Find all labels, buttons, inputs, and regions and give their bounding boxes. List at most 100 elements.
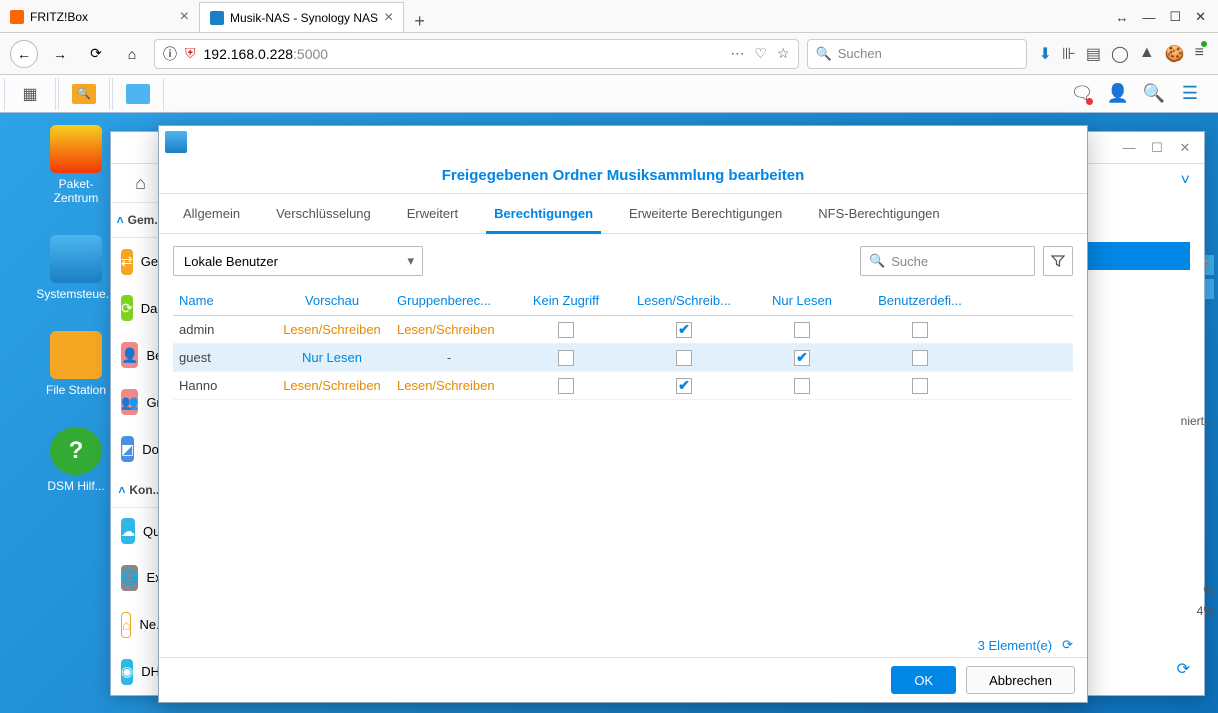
address-bar[interactable]: ⓘ ⛨ 192.168.0.228:5000 ⋯ ♡ ☆	[154, 39, 799, 69]
col-custom[interactable]: Benutzerdefi...	[861, 286, 979, 315]
modal-titlebar[interactable]	[159, 126, 1087, 158]
tab-fritzbox[interactable]: FRITZ!Box ×	[0, 2, 200, 32]
ok-button[interactable]: OK	[891, 666, 956, 694]
filter-button[interactable]	[1043, 246, 1073, 276]
cp-expand-icon[interactable]: ˅	[1181, 172, 1190, 190]
checkbox-custom[interactable]	[912, 322, 928, 338]
close-window-icon[interactable]: ✕	[1195, 9, 1206, 25]
checkbox-rw[interactable]	[676, 322, 692, 338]
col-name[interactable]: Name	[173, 286, 273, 315]
desktop-icons: Paket-Zentrum Systemsteue... File Statio…	[40, 125, 112, 493]
cell-preview: Lesen/Schreiben	[273, 322, 391, 337]
ext2-icon[interactable]: 🍪	[1165, 44, 1185, 64]
permission-search[interactable]: 🔍 Suche	[860, 246, 1035, 276]
close-icon[interactable]: ×	[384, 9, 393, 27]
main-menu-button[interactable]: ▦	[4, 78, 56, 110]
control-panel-icon[interactable]: Systemsteue...	[40, 235, 112, 301]
menu-icon[interactable]: ≡	[1195, 44, 1204, 64]
checkbox-ro[interactable]	[794, 322, 810, 338]
tab-adv-permissions[interactable]: Erweiterte Berechtigungen	[611, 194, 800, 233]
cell-group: -	[391, 350, 507, 365]
checkbox-rw[interactable]	[676, 350, 692, 366]
reload-button[interactable]: ⟳	[82, 40, 110, 68]
col-rw[interactable]: Lesen/Schreib...	[625, 286, 743, 315]
checkbox-noaccess[interactable]	[558, 350, 574, 366]
checkbox-ro[interactable]	[794, 378, 810, 394]
ext1-icon[interactable]: ▲	[1139, 44, 1155, 64]
account-icon[interactable]: ◯	[1111, 44, 1129, 64]
tab-general[interactable]: Allgemein	[165, 194, 258, 233]
right-pct2: 4%	[1197, 604, 1214, 618]
cell-name: guest	[173, 350, 273, 365]
close-icon[interactable]: ✕	[1174, 140, 1196, 156]
cancel-button[interactable]: Abbrechen	[966, 666, 1075, 694]
file-station-icon[interactable]: File Station	[40, 331, 112, 397]
resize-icon[interactable]: ↔	[1115, 10, 1128, 25]
modal-app-icon	[165, 131, 187, 153]
cp-reload-icon[interactable]: ⟳	[1177, 659, 1190, 679]
table-row[interactable]: HannoLesen/SchreibenLesen/Schreiben	[173, 372, 1073, 400]
permission-table: Name Vorschau Gruppenberec... Kein Zugri…	[173, 286, 1073, 621]
star-icon[interactable]: ☆	[777, 45, 790, 62]
checkbox-ro[interactable]	[794, 350, 810, 366]
dsm-icon	[210, 11, 224, 25]
download-icon[interactable]: ⬇	[1039, 44, 1052, 64]
modal-tabs: Allgemein Verschlüsselung Erweitert Bere…	[159, 194, 1087, 234]
file-station-task[interactable]: 🔍	[58, 78, 110, 110]
control-panel-task[interactable]	[112, 78, 164, 110]
checkbox-noaccess[interactable]	[558, 322, 574, 338]
cell-preview: Nur Lesen	[273, 350, 391, 365]
notification-icon[interactable]: 🗨	[1068, 80, 1096, 108]
dsm-help-icon[interactable]: ?DSM Hilf...	[40, 427, 112, 493]
tab-label: FRITZ!Box	[30, 10, 88, 24]
user-icon[interactable]: 👤	[1104, 80, 1132, 108]
tab-nfs-permissions[interactable]: NFS-Berechtigungen	[800, 194, 957, 233]
right-pct1: %	[1203, 584, 1214, 598]
fritz-icon	[10, 10, 24, 24]
right-text: niert...	[1181, 414, 1214, 428]
search-box[interactable]: 🔍 Suchen	[807, 39, 1027, 69]
checkbox-custom[interactable]	[912, 378, 928, 394]
cell-group: Lesen/Schreiben	[391, 322, 507, 337]
minimize-icon[interactable]: —	[1142, 10, 1155, 25]
col-ro[interactable]: Nur Lesen	[743, 286, 861, 315]
package-center-icon[interactable]: Paket-Zentrum	[40, 125, 112, 205]
cell-name: Hanno	[173, 378, 273, 393]
maximize-icon[interactable]: ☐	[1169, 9, 1181, 25]
col-group[interactable]: Gruppenberec...	[391, 286, 507, 315]
tab-advanced[interactable]: Erweitert	[389, 194, 476, 233]
col-preview[interactable]: Vorschau	[273, 286, 391, 315]
cell-group: Lesen/Schreiben	[391, 378, 507, 393]
insecure-icon: ⛨	[185, 45, 196, 62]
maximize-icon[interactable]: ☐	[1146, 140, 1168, 156]
checkbox-rw[interactable]	[676, 378, 692, 394]
table-row[interactable]: guestNur Lesen-	[173, 344, 1073, 372]
edit-shared-folder-dialog: Freigegebenen Ordner Musiksammlung bearb…	[158, 125, 1088, 703]
url-host: 192.168.0.228	[204, 46, 294, 62]
home-button[interactable]: ⌂	[118, 40, 146, 68]
reload-icon[interactable]: ⟳	[1062, 637, 1073, 653]
minimize-icon[interactable]: —	[1118, 140, 1140, 156]
info-icon[interactable]: ⓘ	[163, 44, 177, 64]
forward-button[interactable]: →	[46, 40, 74, 68]
tab-label: Musik-NAS - Synology NAS	[230, 11, 378, 25]
new-tab-button[interactable]: +	[404, 11, 435, 32]
search-placeholder: Suchen	[838, 46, 882, 61]
tab-encryption[interactable]: Verschlüsselung	[258, 194, 389, 233]
back-button[interactable]: ←	[10, 40, 38, 68]
more-icon[interactable]: ⋯	[730, 45, 744, 62]
checkbox-custom[interactable]	[912, 350, 928, 366]
shield-icon[interactable]: ♡	[754, 45, 767, 62]
close-icon[interactable]: ×	[180, 8, 189, 26]
tab-synology[interactable]: Musik-NAS - Synology NAS ×	[200, 2, 404, 32]
widget-icon[interactable]: ☰	[1176, 80, 1204, 108]
tab-permissions[interactable]: Berechtigungen	[476, 194, 611, 233]
checkbox-noaccess[interactable]	[558, 378, 574, 394]
user-scope-dropdown[interactable]: Lokale Benutzer	[173, 246, 423, 276]
library-icon[interactable]: ⊪	[1062, 44, 1076, 64]
sidebar-icon[interactable]: ▤	[1086, 44, 1101, 64]
search-icon[interactable]: 🔍	[1140, 80, 1168, 108]
col-noaccess[interactable]: Kein Zugriff	[507, 286, 625, 315]
table-row[interactable]: adminLesen/SchreibenLesen/Schreiben	[173, 316, 1073, 344]
modal-title: Freigegebenen Ordner Musiksammlung bearb…	[159, 158, 1087, 194]
